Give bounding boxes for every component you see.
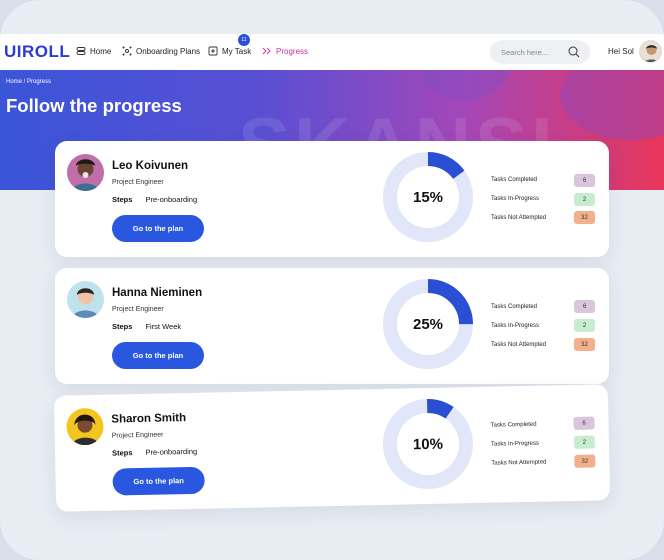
tasks-not-attempted-count: 32 xyxy=(574,211,595,224)
steps-value: Pre-onboarding xyxy=(145,446,198,457)
tasks-in-progress-label: Tasks In-Progress xyxy=(490,440,540,448)
breadcrumb[interactable]: Home / Progress xyxy=(6,79,51,85)
search-icon[interactable] xyxy=(568,46,580,58)
app-logo[interactable]: UIROLL xyxy=(4,42,70,62)
onboarding-icon xyxy=(122,46,132,56)
tasks-completed-label: Tasks Completed xyxy=(491,304,538,310)
progress-donut: 10% xyxy=(382,398,474,490)
progress-icon xyxy=(262,47,271,55)
progress-donut: 25% xyxy=(383,279,473,369)
person-name: Sharon Smith xyxy=(111,412,187,426)
avatar xyxy=(66,407,104,446)
percent-label: 15% xyxy=(412,188,444,206)
page-title: Follow the progress xyxy=(6,95,182,116)
person-role: Project Engineer xyxy=(112,306,164,313)
percent-label: 25% xyxy=(412,315,444,333)
progress-donut: 15% xyxy=(383,152,473,242)
user-avatar[interactable] xyxy=(639,40,662,63)
tasks-not-attempted-count: 32 xyxy=(574,338,595,351)
steps-label: Steps xyxy=(112,322,133,331)
nav-home-label: Home xyxy=(90,46,112,56)
top-navbar: UIROLL Home Onboarding Plans My Task 11 … xyxy=(0,34,664,70)
app-frame: SKANSI UIROLL Home Onboarding Plans My T… xyxy=(0,0,664,560)
person-name: Hanna Nieminen xyxy=(112,287,203,299)
person-role: Project Engineer xyxy=(111,431,164,440)
nav-onboarding-plans[interactable]: Onboarding Plans xyxy=(122,46,200,56)
nav-progress[interactable]: Progress xyxy=(262,46,308,56)
nav-my-task[interactable]: My Task xyxy=(208,46,251,56)
tasks-in-progress-count: 2 xyxy=(574,193,595,206)
person-steps: Steps Pre-onboarding xyxy=(112,195,197,204)
progress-card: Leo Koivunen Project Engineer Steps Pre-o… xyxy=(55,141,609,257)
person-role: Project Engineer xyxy=(112,179,164,186)
tasks-completed-label: Tasks Completed xyxy=(490,421,537,429)
tasks-completed-label: Tasks Completed xyxy=(491,177,538,183)
avatar xyxy=(67,154,104,191)
person-name: Leo Koivunen xyxy=(112,160,189,172)
home-icon xyxy=(76,47,86,55)
tasks-in-progress-label: Tasks In-Progress xyxy=(491,196,540,202)
go-to-plan-button[interactable]: Go to the plan xyxy=(112,342,204,369)
task-icon xyxy=(208,46,218,56)
steps-label: Steps xyxy=(111,448,133,458)
avatar xyxy=(67,281,104,318)
tasks-completed-count: 6 xyxy=(574,174,595,187)
person-steps: Steps First Week xyxy=(112,322,181,331)
tasks-not-attempted-label: Tasks Not Attempted xyxy=(491,215,547,221)
search-placeholder: Search here... xyxy=(501,47,549,57)
search-input[interactable]: Search here... xyxy=(490,40,590,64)
tasks-not-attempted-label: Tasks Not Attempted xyxy=(491,342,547,348)
tasks-in-progress-count: 2 xyxy=(573,435,596,449)
percent-label: 10% xyxy=(412,435,444,453)
task-count-badge: 11 xyxy=(238,34,250,46)
tasks-not-attempted-count: 32 xyxy=(574,454,596,468)
nav-progress-label: Progress xyxy=(276,46,309,56)
tasks-completed-count: 6 xyxy=(574,300,595,313)
user-name[interactable]: Hei Sol xyxy=(608,47,634,56)
go-to-plan-button[interactable]: Go to the plan xyxy=(112,215,204,242)
tasks-in-progress-label: Tasks In-Progress xyxy=(491,323,540,329)
go-to-plan-button[interactable]: Go to the plan xyxy=(112,466,205,496)
person-steps: Steps Pre-onboarding xyxy=(112,447,197,458)
progress-card: Hanna Nieminen Project Engineer Steps Fir… xyxy=(55,268,609,384)
steps-value: Pre-onboarding xyxy=(145,195,198,204)
tasks-completed-count: 6 xyxy=(573,416,595,430)
nav-onboarding-label: Onboarding Plans xyxy=(136,46,201,56)
nav-my-task-label: My Task xyxy=(222,46,252,56)
steps-value: First Week xyxy=(145,322,182,331)
tasks-in-progress-count: 2 xyxy=(574,319,595,332)
tasks-not-attempted-label: Tasks Not Attempted xyxy=(491,459,547,467)
progress-card: Sharon Smith Project Engineer Steps Pre-o… xyxy=(53,384,611,512)
steps-label: Steps xyxy=(112,195,133,204)
nav-home[interactable]: Home xyxy=(76,46,111,56)
